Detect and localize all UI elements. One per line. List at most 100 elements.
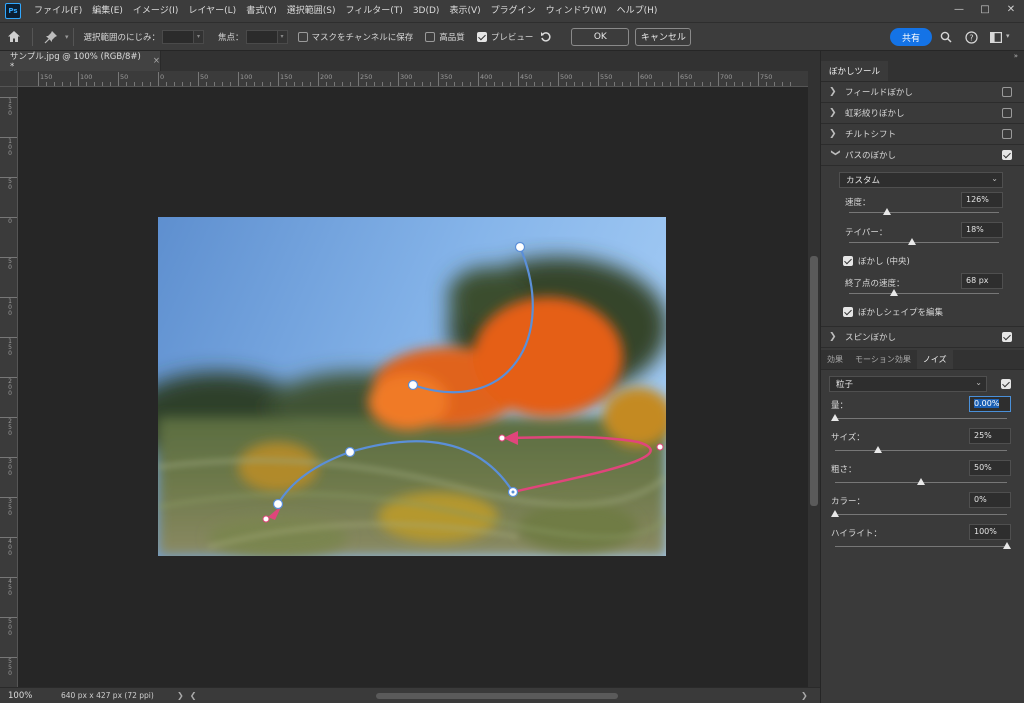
tilt-shift-checkbox[interactable] [1002,129,1012,139]
size-slider-thumb[interactable] [874,446,882,453]
menu-select[interactable]: 選択範囲(S) [282,0,341,22]
highlight-slider-thumb[interactable] [1003,542,1011,549]
tilt-shift-row[interactable]: ❯ チルトシフト [821,124,1024,145]
feather-input[interactable] [162,29,195,44]
focus-input[interactable] [245,29,278,44]
noise-enabled-checkbox[interactable] [1001,379,1011,389]
menu-image[interactable]: イメージ(I) [128,0,184,22]
spin-blur-checkbox[interactable] [1002,332,1012,342]
focus-dropdown[interactable]: ▾ [277,29,288,44]
tab-noise[interactable]: ノイズ [916,350,953,369]
preview-checkbox[interactable] [476,31,487,42]
horizontal-scrollbar[interactable] [200,691,798,701]
document-info: 640 px x 427 px (72 ppi) [61,691,154,700]
edit-blur-shape-option[interactable]: ぼかしシェイプを編集 [839,303,1024,320]
tab-effects[interactable]: 効果 [821,350,849,369]
menu-3d[interactable]: 3D(D) [408,0,445,22]
speed-slider[interactable] [849,212,999,213]
ruler-tick [502,82,503,86]
help-icon[interactable]: ? [962,28,980,46]
path-blur-preset-select[interactable]: カスタム ⌄ [839,172,1003,188]
chevron-right-icon[interactable]: ❯ [829,129,841,139]
tab-motion-effects[interactable]: モーション効果 [849,350,917,369]
end-speed-input[interactable]: 68 px [961,273,1003,289]
amount-slider-thumb[interactable] [831,414,839,421]
color-slider[interactable] [835,514,1007,515]
chevron-down-icon[interactable]: ❯ [830,149,840,161]
horizontal-scroll-thumb[interactable] [376,693,618,699]
zoom-level[interactable]: 100% [0,691,45,701]
tab-blur-tools[interactable]: ぼかしツール [821,61,889,81]
color-slider-thumb[interactable] [831,510,839,517]
noise-type-select[interactable]: 粒子 ⌄ [829,376,987,392]
save-mask-checkbox[interactable] [297,31,308,42]
chevron-down-icon[interactable]: ▾ [65,33,69,41]
chevron-right-icon[interactable]: ❯ [177,691,184,700]
pin-tool-icon[interactable] [37,23,65,51]
close-icon[interactable]: ✕ [998,0,1024,18]
minimize-icon[interactable]: — [946,0,972,18]
ruler-tick [398,72,399,86]
iris-blur-checkbox[interactable] [1002,108,1012,118]
scroll-left-icon[interactable]: ❮ [190,691,197,700]
spin-blur-row[interactable]: ❯ スピンぼかし [821,327,1024,348]
high-quality-checkbox[interactable] [425,31,436,42]
feather-dropdown[interactable]: ▾ [194,29,205,44]
end-speed-slider[interactable] [849,293,999,294]
taper-slider[interactable] [849,242,999,243]
field-blur-row[interactable]: ❯ フィールドぼかし [821,82,1024,103]
path-blur-row[interactable]: ❯ パスのぼかし [821,145,1024,166]
taper-slider-thumb[interactable] [908,238,916,245]
chevron-right-icon[interactable]: ❯ [829,87,841,97]
menu-plugins[interactable]: プラグイン [486,0,541,22]
iris-blur-row[interactable]: ❯ 虹彩絞りぼかし [821,103,1024,124]
amount-input[interactable]: 0.00% [969,396,1011,412]
menu-layer[interactable]: レイヤー(L) [183,0,241,22]
speed-input[interactable]: 126% [961,192,1003,208]
workspace-icon[interactable] [987,28,1005,46]
blurred-photo[interactable] [158,217,666,556]
chevron-down-icon[interactable]: ▾ [1006,32,1010,40]
close-tab-icon[interactable]: × [153,56,160,66]
field-blur-checkbox[interactable] [1002,87,1012,97]
ruler-tick [222,82,223,86]
edit-blur-shape-checkbox[interactable] [843,306,853,317]
center-blur-checkbox[interactable] [843,255,853,266]
highlight-slider[interactable] [835,546,1007,547]
scroll-right-icon[interactable]: ❯ [801,691,808,700]
menu-file[interactable]: ファイル(F) [29,0,87,22]
highlight-input[interactable]: 100% [969,524,1011,540]
menu-type[interactable]: 書式(Y) [241,0,282,22]
collapse-panel-icon[interactable]: » [821,51,1024,61]
menu-help[interactable]: ヘルプ(H) [612,0,663,22]
path-blur-checkbox[interactable] [1002,150,1012,160]
roughness-slider-thumb[interactable] [917,478,925,485]
restore-icon[interactable]: □ [972,0,998,18]
amount-slider[interactable] [835,418,1007,419]
taper-input[interactable]: 18% [961,222,1003,238]
ruler-tick [54,82,55,86]
speed-slider-thumb[interactable] [882,208,891,215]
end-speed-slider-thumb[interactable] [890,289,898,296]
undo-icon[interactable] [535,23,557,51]
share-button[interactable]: 共有 [890,28,932,46]
vertical-scrollbar[interactable] [808,71,820,687]
menu-filter[interactable]: フィルター(T) [340,0,407,22]
search-icon[interactable] [937,28,955,46]
menu-window[interactable]: ウィンドウ(W) [541,0,612,22]
vertical-scroll-thumb[interactable] [810,256,818,506]
size-slider[interactable] [835,450,1007,451]
roughness-input[interactable]: 50% [969,460,1011,476]
document-tab[interactable]: サンプル.jpg @ 100% (RGB/8#) * × [0,51,161,72]
center-blur-option[interactable]: ぼかし (中央) [839,252,1024,269]
chevron-right-icon[interactable]: ❯ [829,332,841,342]
chevron-right-icon[interactable]: ❯ [829,108,841,118]
size-input[interactable]: 25% [969,428,1011,444]
menu-view[interactable]: 表示(V) [444,0,485,22]
home-icon[interactable] [0,23,28,51]
ruler-tick [294,82,295,86]
ok-button[interactable]: OK [571,27,630,46]
cancel-button[interactable]: キャンセル [635,27,692,46]
color-input[interactable]: 0% [969,492,1011,508]
menu-edit[interactable]: 編集(E) [87,0,128,22]
